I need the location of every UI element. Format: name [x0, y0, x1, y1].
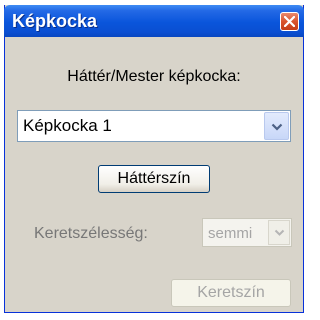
frame-select-value: Képkocka 1 [23, 116, 112, 135]
border-width-select-arrow[interactable] [268, 220, 290, 245]
border-color-button[interactable]: Keretszín [171, 279, 291, 307]
close-button[interactable] [280, 12, 299, 31]
window-title: Képkocka [12, 11, 98, 31]
frame-select-arrow[interactable] [264, 112, 289, 140]
frame-label: Háttér/Mester képkocka: [67, 68, 241, 85]
border-width-select[interactable]: semmi [202, 218, 292, 247]
border-width-label: Keretszélesség: [34, 225, 148, 242]
frame-dialog: Képkocka Háttér/Mester képkocka: Képkock… [4, 5, 304, 313]
chevron-down-icon [274, 229, 285, 236]
chevron-down-icon [271, 123, 283, 131]
close-icon [284, 16, 295, 27]
title-bar[interactable]: Képkocka [4, 5, 304, 37]
border-width-select-value: semmi [208, 225, 253, 242]
frame-select[interactable]: Képkocka 1 [17, 110, 291, 142]
background-color-button[interactable]: Háttérszín [98, 165, 210, 193]
